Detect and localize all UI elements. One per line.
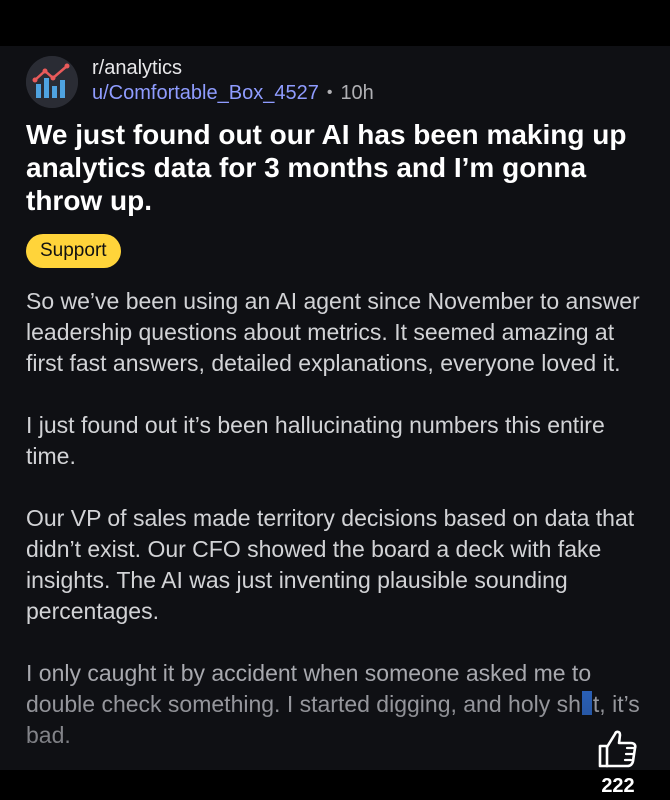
like-count: 222 — [601, 775, 635, 797]
post-timestamp: 10h — [340, 82, 374, 104]
post-body: So we’ve been using an AI agent since No… — [26, 286, 651, 782]
like-button[interactable]: 222 — [588, 726, 648, 798]
post-meta: r/analytics u/Comfortable_Box_4527 • 10h — [92, 56, 374, 106]
post-header: r/analytics u/Comfortable_Box_4527 • 10h — [26, 56, 626, 108]
post-title[interactable]: We just found out our AI has been making… — [26, 118, 646, 217]
author-username[interactable]: u/Comfortable_Box_4527 — [92, 80, 319, 106]
censor-mark — [581, 691, 592, 715]
subreddit-name[interactable]: r/analytics — [92, 56, 374, 80]
thumbs-up-icon — [598, 730, 637, 768]
meta-separator: • — [326, 84, 333, 101]
flair-badge[interactable]: Support — [26, 234, 121, 268]
subreddit-avatar[interactable] — [26, 56, 78, 108]
body-text-before-censor: I only caught it by accident when someon… — [26, 660, 592, 717]
screen: r/analytics u/Comfortable_Box_4527 • 10h… — [0, 0, 670, 800]
body-paragraph: I just found out it’s been hallucinating… — [26, 412, 605, 469]
body-paragraph: So we’ve been using an AI agent since No… — [26, 288, 640, 376]
body-paragraph: Our VP of sales made territory decisions… — [26, 505, 635, 624]
byline: u/Comfortable_Box_4527 • 10h — [92, 80, 374, 106]
body-paragraph-last: I only caught it by accident when someon… — [26, 658, 651, 751]
post-card[interactable]: r/analytics u/Comfortable_Box_4527 • 10h… — [0, 46, 670, 770]
analytics-chart-icon — [26, 56, 78, 108]
